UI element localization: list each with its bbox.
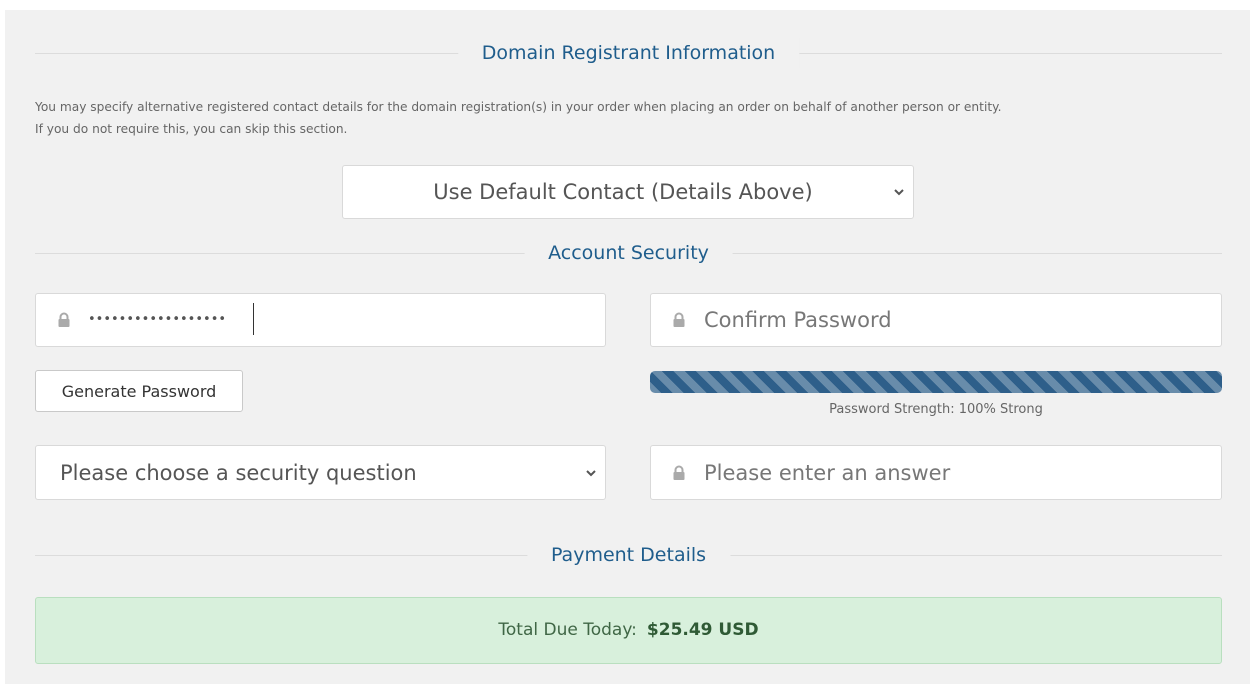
- security-answer-input[interactable]: Please enter an answer: [650, 445, 1222, 500]
- total-due-amount: $25.49 USD: [646, 620, 759, 640]
- payment-section-header: Payment Details: [35, 540, 1222, 570]
- security-answer-placeholder: Please enter an answer: [704, 460, 951, 485]
- payment-section-title: Payment Details: [526, 540, 731, 570]
- registrant-description-line1: You may specify alternative registered c…: [35, 100, 1002, 114]
- confirm-password-input[interactable]: Confirm Password: [650, 293, 1222, 347]
- password-value: ••••••••••••••••••: [88, 312, 227, 327]
- lock-icon: [58, 312, 70, 327]
- text-caret: [253, 303, 254, 335]
- registrant-section-header: Domain Registrant Information: [35, 38, 1222, 68]
- registrant-description-line2: If you do not require this, you can skip…: [35, 122, 348, 136]
- confirm-password-placeholder: Confirm Password: [704, 308, 892, 332]
- security-question-select[interactable]: Please choose a security question: [35, 445, 606, 500]
- password-strength-fill: [650, 371, 1222, 393]
- total-due-box: Total Due Today: $25.49 USD: [35, 597, 1222, 664]
- password-strength-text: Password Strength: 100% Strong: [829, 402, 1043, 417]
- password-strength-bar: [650, 371, 1222, 393]
- password-input[interactable]: ••••••••••••••••••: [35, 293, 606, 347]
- total-due-label: Total Due Today:: [498, 620, 637, 640]
- generate-password-button[interactable]: Generate Password: [35, 370, 243, 412]
- registrant-description: You may specify alternative registered c…: [35, 96, 1235, 140]
- security-question-value: Please choose a security question: [60, 460, 417, 485]
- security-section-title: Account Security: [524, 238, 733, 268]
- contact-select[interactable]: Use Default Contact (Details Above): [342, 165, 914, 219]
- security-section-header: Account Security: [35, 238, 1222, 268]
- lock-icon: [673, 465, 685, 480]
- chevron-down-icon: [894, 189, 904, 196]
- contact-select-value: Use Default Contact (Details Above): [433, 180, 813, 204]
- lock-icon: [673, 312, 685, 327]
- registrant-section-title: Domain Registrant Information: [457, 38, 800, 68]
- chevron-down-icon: [586, 469, 596, 476]
